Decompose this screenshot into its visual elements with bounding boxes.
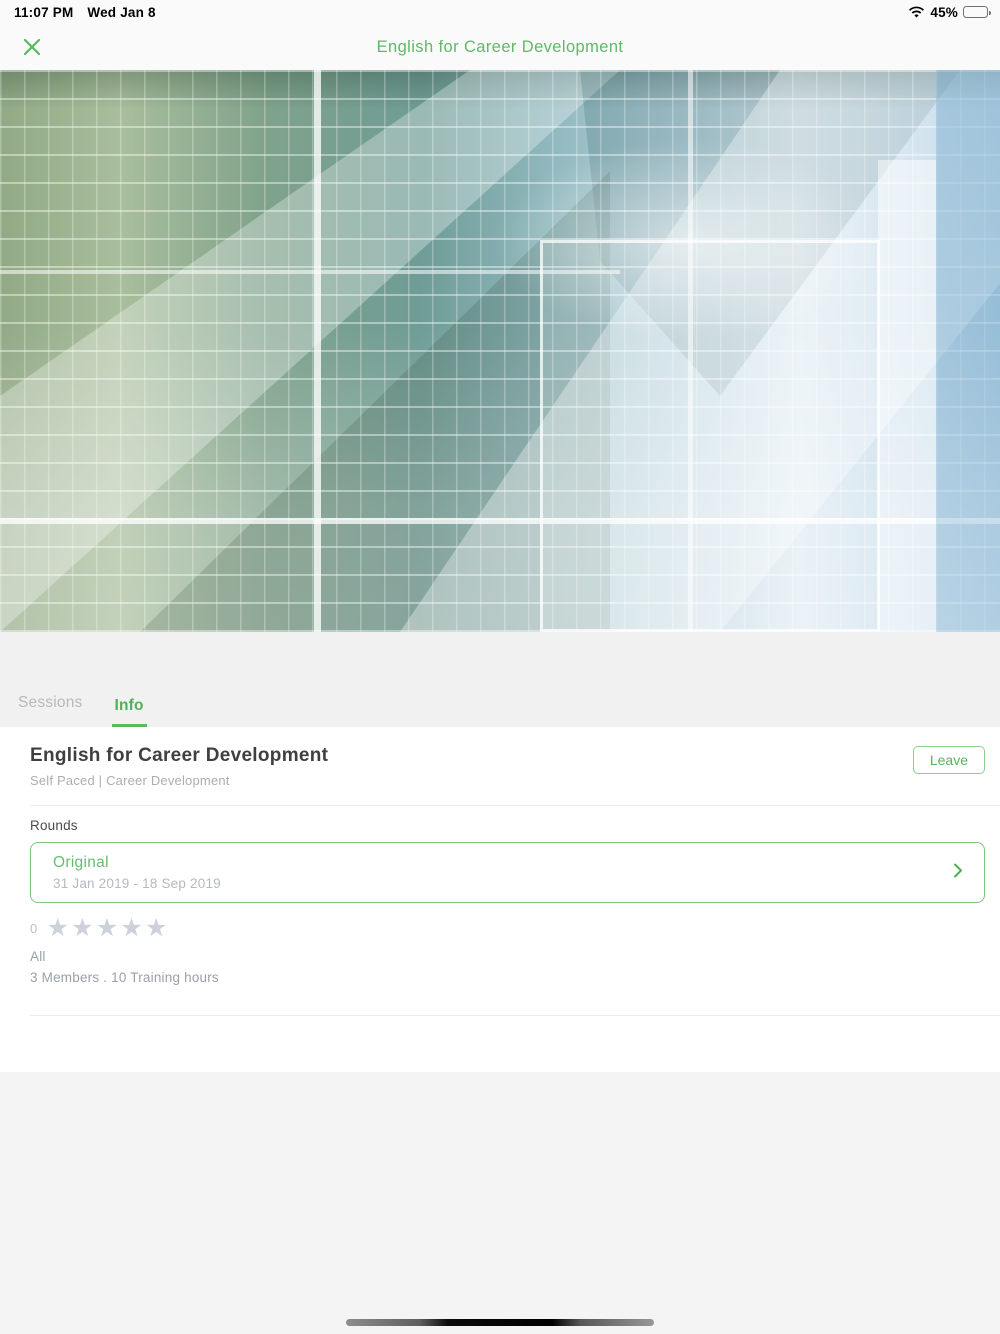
- course-title: English for Career Development: [30, 745, 329, 766]
- status-bar: 11:07 PM Wed Jan 8 45%: [0, 0, 1000, 24]
- tab-sessions[interactable]: Sessions: [15, 694, 86, 727]
- round-dates: 31 Jan 2019 - 18 Sep 2019: [53, 876, 221, 891]
- banner-shape: [878, 160, 936, 632]
- banner-shape: [540, 240, 880, 632]
- course-meta: 3 Members . 10 Training hours: [30, 970, 219, 985]
- rounds-label: Rounds: [30, 818, 78, 833]
- battery-percent: 45%: [930, 4, 958, 20]
- battery-icon: [963, 6, 991, 18]
- info-panel: English for Career Development Self Pace…: [0, 727, 1000, 1072]
- tab-info[interactable]: Info: [111, 697, 147, 727]
- star-icon[interactable]: ★: [71, 916, 94, 941]
- round-name: Original: [53, 854, 109, 871]
- footer-area: [0, 1072, 1000, 1334]
- audience-label: All: [30, 949, 46, 964]
- tab-info-label: Info: [114, 697, 144, 714]
- divider: [30, 1015, 1000, 1016]
- divider: [30, 805, 1000, 806]
- course-banner-image: [0, 70, 1000, 632]
- star-icon[interactable]: ★: [120, 916, 143, 941]
- banner-shape: [0, 270, 620, 274]
- star-icon[interactable]: ★: [96, 916, 119, 941]
- chevron-right-icon: [952, 861, 964, 884]
- home-indicator[interactable]: [346, 1319, 654, 1326]
- leave-button[interactable]: Leave: [912, 746, 985, 774]
- page-title: English for Career Development: [376, 38, 624, 56]
- clock-date: Wed Jan 8: [87, 4, 156, 20]
- star-icon[interactable]: ★: [46, 916, 69, 941]
- wifi-icon: [908, 6, 925, 19]
- round-card-original[interactable]: Original 31 Jan 2019 - 18 Sep 2019: [30, 842, 985, 903]
- course-subtitle: Self Paced | Career Development: [30, 773, 230, 788]
- nav-bar: English for Career Development: [0, 24, 1000, 70]
- banner-shape: [936, 70, 1000, 632]
- app-screen: 11:07 PM Wed Jan 8 45% English for Caree…: [0, 0, 1000, 1334]
- rating-row: 0 ★ ★ ★ ★ ★: [30, 916, 1000, 941]
- rating-value: 0: [30, 920, 38, 936]
- star-row[interactable]: ★ ★ ★ ★ ★: [46, 916, 168, 941]
- banner-shape: [314, 70, 321, 632]
- clock-time: 11:07 PM: [14, 4, 74, 20]
- tab-sessions-label: Sessions: [18, 694, 83, 711]
- star-icon[interactable]: ★: [145, 916, 168, 941]
- tab-bar: Sessions Info: [0, 632, 1000, 727]
